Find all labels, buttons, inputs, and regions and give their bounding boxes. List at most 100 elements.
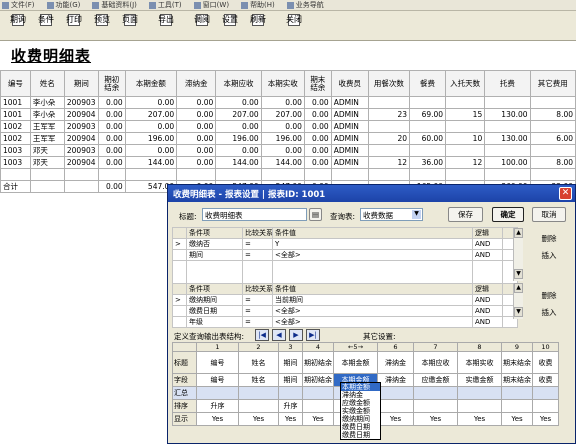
menu-item-5[interactable]: 帮助(H) bbox=[241, 0, 275, 10]
structure-cell[interactable] bbox=[501, 399, 533, 413]
toolbar-button-1[interactable]: 条件 bbox=[32, 11, 60, 41]
structure-cell[interactable]: 期末结余 bbox=[501, 373, 533, 387]
table-row[interactable]: 1002 王军军 200903 0.00 0.00 0.00 0.00 0.00 0.00 ADM… bbox=[0, 120, 576, 133]
condition-row[interactable]: > 缴纳否 = Y AND bbox=[172, 238, 518, 250]
structure-cell[interactable] bbox=[532, 399, 559, 413]
prev-record-icon[interactable]: ◀ bbox=[272, 329, 286, 341]
menu-item-0[interactable]: 文件(F) bbox=[2, 0, 35, 10]
structure-cell[interactable] bbox=[238, 386, 279, 400]
dropdown-option[interactable]: 应缴金额 bbox=[341, 399, 380, 407]
condition-cell[interactable]: AND bbox=[472, 249, 503, 261]
structure-row[interactable]: 标题 编号 姓名 期间 期初结余 本期金额 滞纳金 本期应收 本期实收 期末结余 收费 bbox=[172, 351, 559, 374]
column-header[interactable]: 编号 bbox=[0, 70, 31, 97]
table-row[interactable]: 1003 邓天 200903 0.00 0.00 0.00 0.00 0.00 0.00 ADMI… bbox=[0, 144, 576, 157]
structure-cell[interactable]: 编号 bbox=[196, 373, 239, 387]
column-header[interactable]: 收费员 bbox=[330, 70, 369, 97]
table-row[interactable]: 1001 李小朵 200903 0.00 0.00 0.00 0.00 0.00 0.00 ADM… bbox=[0, 96, 576, 109]
structure-cell[interactable]: Yes bbox=[302, 412, 334, 426]
condition-cell[interactable]: AND bbox=[472, 305, 503, 317]
structure-cell[interactable]: 期间 bbox=[278, 373, 303, 387]
structure-cell[interactable]: 升序 bbox=[196, 399, 239, 413]
column-header[interactable]: 本期应收 bbox=[215, 70, 262, 97]
structure-cell[interactable]: 本期实收 bbox=[457, 351, 502, 374]
structure-cell[interactable]: Yes bbox=[196, 412, 239, 426]
structure-cell[interactable]: Yes bbox=[413, 412, 458, 426]
structure-cell[interactable]: 本期应收 bbox=[413, 351, 458, 374]
structure-cell[interactable] bbox=[457, 386, 502, 400]
close-icon[interactable]: ✕ bbox=[559, 187, 572, 200]
condition-cell[interactable]: 年级 bbox=[186, 316, 243, 328]
structure-cell[interactable] bbox=[501, 386, 533, 400]
first-record-icon[interactable]: |◀ bbox=[255, 329, 269, 341]
condition-scrollbar-1[interactable]: ▲ ▼ bbox=[513, 228, 523, 281]
condition-row[interactable]: 期间 = <全部> AND bbox=[172, 249, 518, 261]
condition-row[interactable]: 缴费日期 = <全部> AND bbox=[172, 305, 518, 317]
column-header[interactable]: 期间 bbox=[63, 70, 99, 97]
empty-condition-row[interactable] bbox=[172, 260, 518, 285]
ok-button[interactable]: 确定 bbox=[492, 207, 524, 222]
structure-cell[interactable]: Yes bbox=[238, 412, 279, 426]
structure-cell[interactable] bbox=[238, 399, 279, 413]
toolbar-button-9[interactable]: 关闭 bbox=[280, 11, 308, 41]
structure-cell[interactable]: 期初结余 bbox=[302, 373, 334, 387]
structure-cell[interactable]: 收费 bbox=[532, 351, 559, 374]
condition-cell[interactable]: 缴费日期 bbox=[186, 305, 243, 317]
structure-cell[interactable]: 应缴金额 bbox=[413, 373, 458, 387]
save-button[interactable]: 保存 bbox=[448, 207, 483, 222]
column-header[interactable]: 餐费 bbox=[408, 70, 447, 97]
dropdown-option[interactable]: 实缴金额 bbox=[341, 407, 380, 415]
structure-cell[interactable] bbox=[196, 386, 239, 400]
column-header[interactable]: 本期实收 bbox=[260, 70, 305, 97]
condition-cell[interactable]: = bbox=[242, 238, 273, 250]
structure-cell[interactable]: Yes bbox=[532, 412, 559, 426]
condition-row[interactable]: > 缴纳期间 = 当前期间 AND bbox=[172, 294, 518, 306]
structure-cell[interactable] bbox=[377, 399, 414, 413]
structure-cell[interactable]: 收费 bbox=[532, 373, 559, 387]
condition-cell[interactable]: AND bbox=[472, 316, 503, 328]
menu-item-6[interactable]: 业务导航 bbox=[286, 0, 324, 10]
condition-cell[interactable]: Y bbox=[272, 238, 473, 250]
toolbar-button-3[interactable]: 预览 bbox=[88, 11, 116, 41]
structure-cell[interactable]: Yes bbox=[377, 412, 414, 426]
condition-row[interactable]: 年级 = <全部> AND bbox=[172, 316, 518, 328]
toolbar-button-7[interactable]: 设置 bbox=[216, 11, 244, 41]
structure-cell[interactable]: 姓名 bbox=[238, 373, 279, 387]
column-header[interactable]: 其它费用 bbox=[529, 70, 576, 97]
structure-cell[interactable]: Yes bbox=[457, 412, 502, 426]
last-record-icon[interactable]: ▶| bbox=[306, 329, 320, 341]
condition-cell[interactable]: 期间 bbox=[186, 249, 243, 261]
condition-cell[interactable]: 缴纳否 bbox=[186, 238, 243, 250]
cancel-button[interactable]: 取消 bbox=[532, 207, 566, 222]
toolbar-button-4[interactable]: 页面 bbox=[116, 11, 144, 41]
structure-cell[interactable]: 滞纳金 bbox=[377, 351, 414, 374]
query-table-select[interactable]: 收费数据 ▼ bbox=[360, 208, 423, 221]
structure-cell[interactable] bbox=[278, 386, 303, 400]
dropdown-option[interactable]: 缴纳期间 bbox=[341, 415, 380, 423]
table-row[interactable]: 1001 李小朵 200904 0.00 207.00 0.00 207.00 207.00 0… bbox=[0, 108, 576, 121]
structure-cell[interactable] bbox=[302, 386, 334, 400]
structure-cell[interactable]: Yes bbox=[278, 412, 303, 426]
structure-cell[interactable] bbox=[413, 386, 458, 400]
condition-cell[interactable]: <全部> bbox=[272, 316, 473, 328]
structure-cell[interactable]: 期间 bbox=[278, 351, 303, 374]
condition-cell[interactable]: AND bbox=[472, 238, 503, 250]
next-record-icon[interactable]: ▶ bbox=[289, 329, 303, 341]
dropdown-option[interactable]: 本期金额 bbox=[341, 383, 380, 391]
field-dropdown-list[interactable]: 本期金额 滞纳金 应缴金额 实缴金额 缴纳期间 缴费日期 缴费日期 bbox=[340, 382, 381, 440]
toolbar-button-5[interactable]: 导出 bbox=[152, 11, 180, 41]
structure-cell[interactable]: 本期金额 bbox=[333, 351, 378, 374]
structure-cell[interactable]: 滞纳金 bbox=[377, 373, 414, 387]
condition-cell[interactable]: 当前期间 bbox=[272, 294, 473, 306]
insert-button-2[interactable]: 插入 bbox=[534, 305, 564, 320]
condition-cell[interactable]: = bbox=[242, 316, 273, 328]
column-header[interactable]: 托费 bbox=[484, 70, 531, 97]
table-row[interactable]: 1002 王军军 200904 0.00 196.00 0.00 196.00 196.00 0… bbox=[0, 132, 576, 145]
table-row[interactable]: 1003 邓天 200904 0.00 144.00 0.00 144.00 144.00 0.… bbox=[0, 156, 576, 169]
structure-cell[interactable] bbox=[413, 399, 458, 413]
toolbar-button-2[interactable]: 打印 bbox=[60, 11, 88, 41]
structure-cell[interactable]: 期末结余 bbox=[501, 351, 533, 374]
toolbar-button-8[interactable]: 刷新 bbox=[244, 11, 272, 41]
condition-cell[interactable]: <全部> bbox=[272, 249, 473, 261]
condition-cell[interactable]: = bbox=[242, 305, 273, 317]
column-header[interactable]: 用餐次数 bbox=[367, 70, 411, 97]
